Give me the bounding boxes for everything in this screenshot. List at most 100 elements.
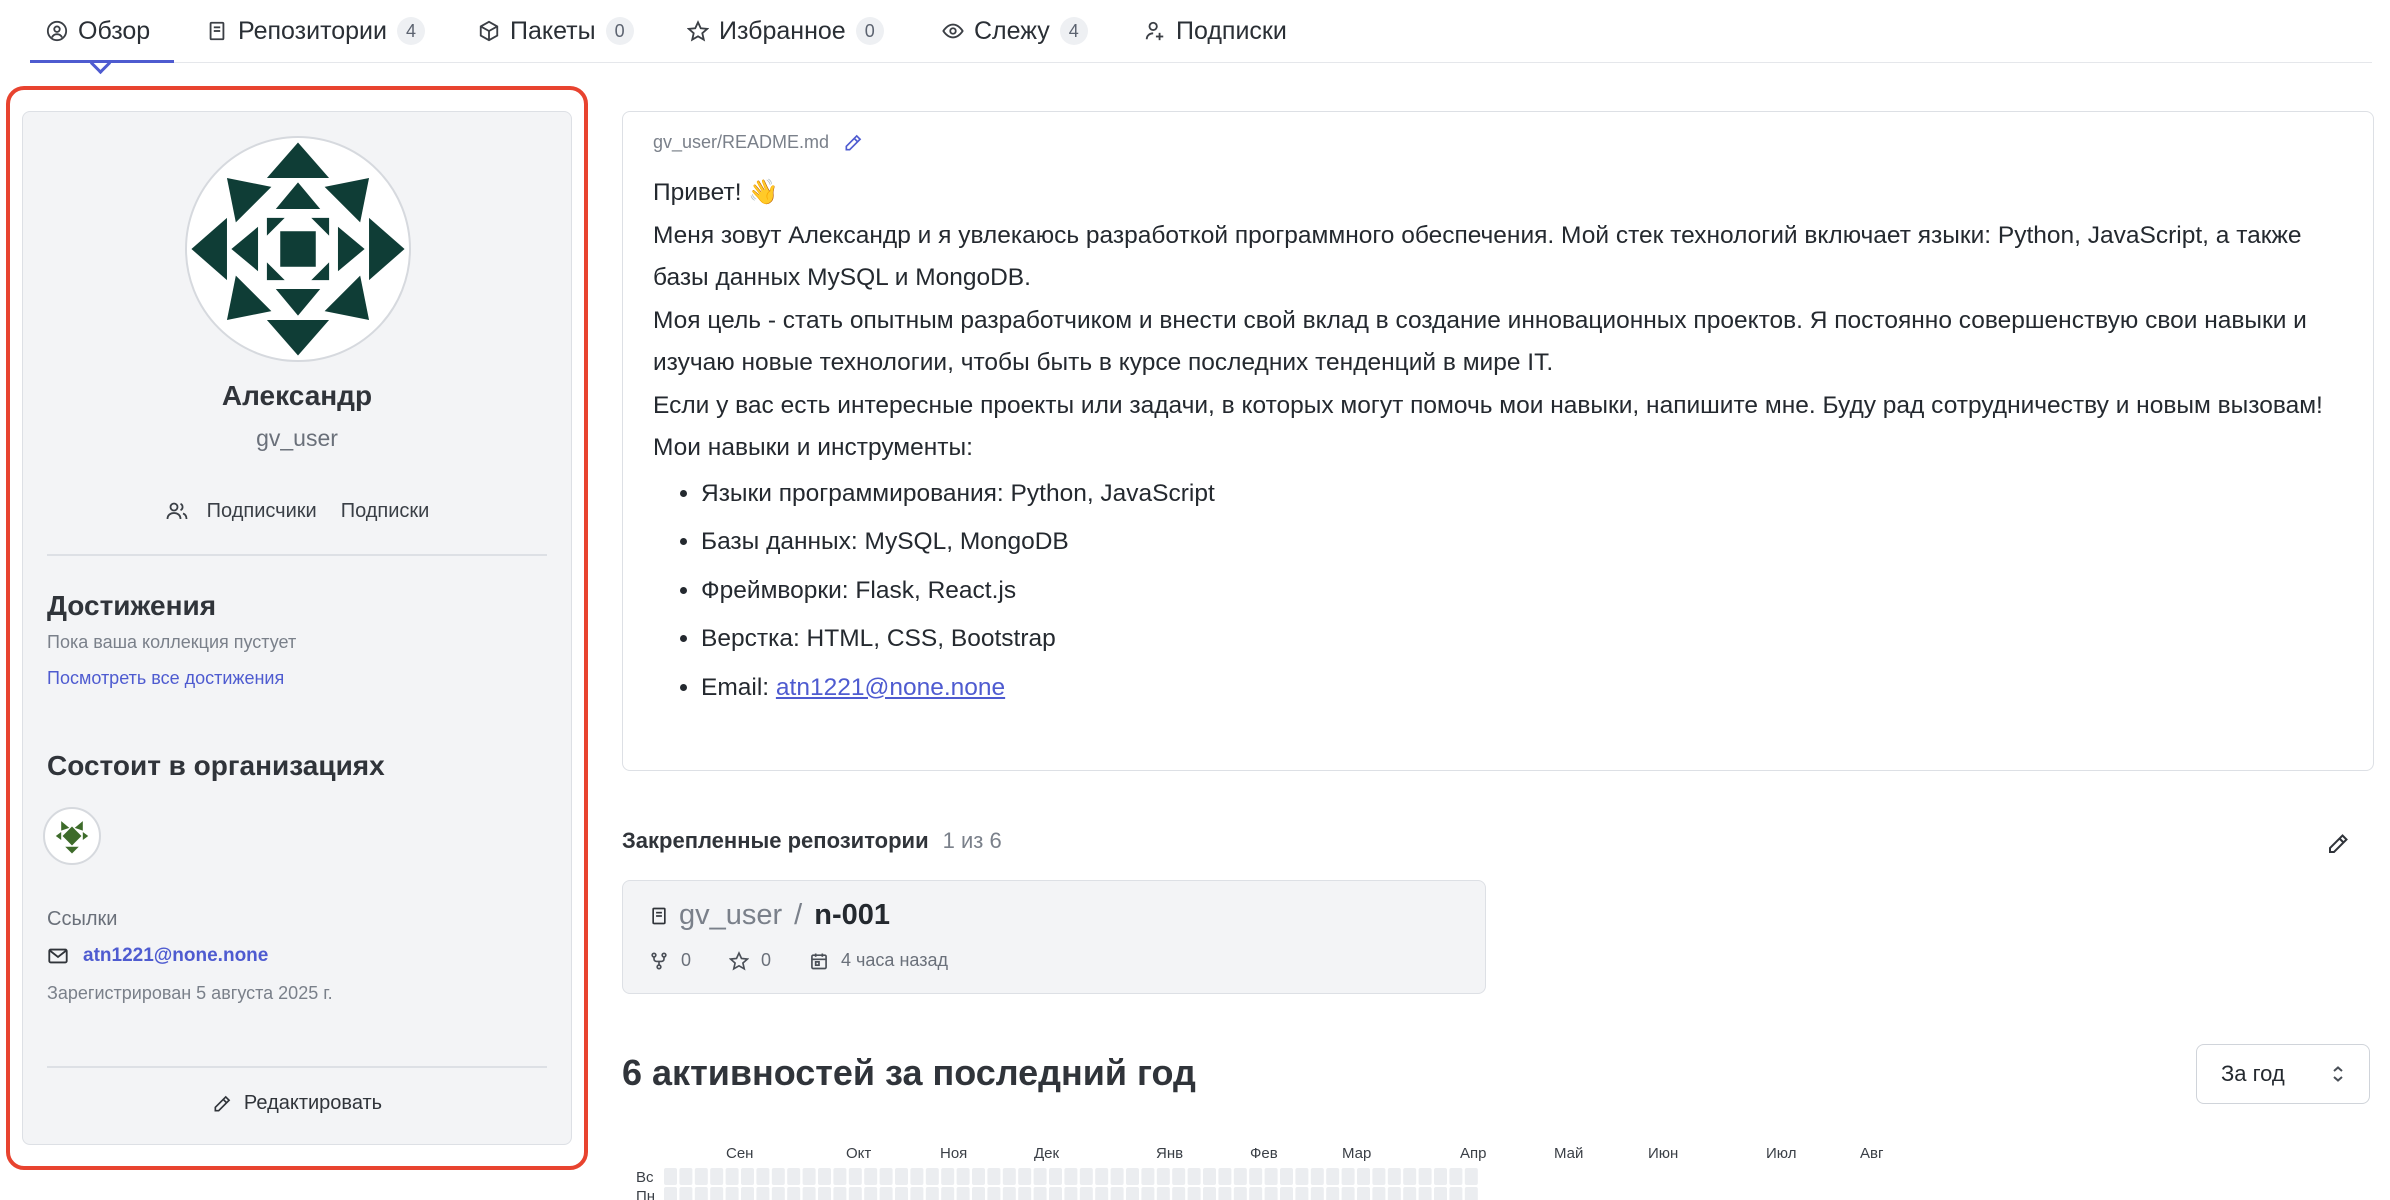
list-item: Email: atn1221@none.none: [701, 664, 2343, 713]
profile-name: Александр: [221, 380, 373, 411]
repo-meta: 0 0 4 часа назад: [649, 950, 948, 971]
heatmap-cell: [879, 1168, 893, 1185]
heatmap-cell: [941, 1187, 955, 1200]
heatmap-cell: [956, 1187, 970, 1200]
heatmap-cell: [818, 1187, 831, 1200]
heatmap-cell: [972, 1187, 985, 1200]
heatmap-cell: [895, 1187, 908, 1200]
heatmap-cell: [895, 1168, 908, 1185]
heatmap-cell: [1357, 1187, 1370, 1200]
heatmap-cell: [710, 1187, 724, 1200]
tab-packages[interactable]: Пакеты 0: [478, 0, 634, 62]
heatmap-cell: [1172, 1187, 1186, 1200]
star-icon: [687, 20, 709, 42]
heatmap-cell: [1126, 1187, 1139, 1200]
heatmap-cell: [1418, 1168, 1432, 1185]
following-link[interactable]: Подписки: [341, 500, 430, 523]
heatmap-cell: [972, 1168, 985, 1185]
orgs-title: Состоит в организациях: [47, 750, 385, 781]
heatmap-cell: [910, 1168, 924, 1185]
achievements-link[interactable]: Посмотреть все достижения: [47, 668, 284, 689]
day-label: Пн: [636, 1188, 655, 1200]
heatmap-cell: [1264, 1187, 1278, 1200]
package-icon: [479, 20, 499, 42]
repo-separator: /: [794, 899, 803, 931]
profile-email-link[interactable]: atn1221@none.none: [47, 945, 268, 967]
tab-repositories[interactable]: Репозитории 4: [206, 0, 425, 62]
readme-email-link[interactable]: atn1221@none.none: [776, 674, 1005, 701]
heatmap-cell: [1357, 1168, 1370, 1185]
star-icon: [729, 950, 750, 970]
tab-favorites[interactable]: Избранное 0: [687, 0, 884, 62]
heatmap-cell: [848, 1168, 862, 1185]
heatmap-cell: [1387, 1187, 1401, 1200]
readme-path: gv_user/README.md: [653, 132, 863, 153]
readme-card: gv_user/README.md Привет! 👋 Меня зовут А…: [622, 111, 2374, 771]
month-label: Июн: [1648, 1145, 1678, 1162]
heatmap-cell: [1049, 1168, 1062, 1185]
heatmap-cell: [725, 1168, 739, 1185]
repo-title: gv_user / n-001: [649, 899, 890, 932]
month-label: Авг: [1860, 1145, 1884, 1162]
period-select[interactable]: За год: [2196, 1044, 2370, 1104]
count-badge: 0: [605, 17, 634, 45]
heatmap-cell: [1403, 1187, 1417, 1200]
tab-subscriptions[interactable]: Подписки: [1144, 0, 1287, 62]
heatmap-cell: [771, 1168, 785, 1185]
heatmap-cell: [694, 1168, 708, 1185]
heatmap-cell: [925, 1187, 939, 1200]
heatmap-cell: [1002, 1187, 1016, 1200]
heatmap-cell: [1064, 1187, 1078, 1200]
month-label: Дек: [1034, 1145, 1060, 1162]
heatmap-cell: [1079, 1168, 1093, 1185]
heatmap-cell: [1018, 1168, 1032, 1185]
tab-watching[interactable]: Слежу 4: [942, 0, 1088, 62]
tab-label: Подписки: [1176, 16, 1287, 45]
readme-path-text[interactable]: gv_user/README.md: [653, 132, 829, 153]
heatmap-cell: [787, 1187, 801, 1200]
registered-date: Зарегистрирован 5 августа 2025 г.: [47, 983, 333, 1003]
fork-icon: [651, 951, 667, 969]
tab-label: Пакеты: [510, 16, 596, 45]
heatmap-cell: [1449, 1168, 1463, 1185]
activity-heatmap: Сен Окт Ноя Дек Янв Фев Мар Апр Май Июн …: [636, 1145, 1884, 1200]
repo-book-icon: [209, 21, 225, 41]
heatmap-cell: [987, 1168, 1001, 1185]
profile-tabs: Обзор Репозитории 4 Пакеты 0 Избранное 0…: [29, 0, 2372, 63]
heatmap-cell: [1280, 1168, 1293, 1185]
user-circle-icon: [46, 20, 68, 42]
heatmap-cell: [1310, 1168, 1324, 1185]
heatmap-cell: [1187, 1168, 1201, 1185]
heatmap-cell: [1018, 1187, 1032, 1200]
heatmap-cell: [802, 1168, 816, 1185]
email-prefix: Email:: [701, 673, 770, 701]
org-avatar[interactable]: [43, 807, 101, 865]
heatmap-cell: [679, 1187, 693, 1200]
tab-label: Обзор: [78, 16, 151, 45]
heatmap-cell: [1387, 1168, 1401, 1185]
heatmap-cell: [725, 1187, 739, 1200]
heatmap-cell: [1464, 1168, 1478, 1185]
heatmap-cell: [1418, 1187, 1432, 1200]
month-label: Ноя: [940, 1145, 967, 1162]
heatmap-cell: [1233, 1187, 1247, 1200]
heatmap-cell: [1110, 1187, 1124, 1200]
users-icon: [166, 502, 188, 520]
heatmap-cell: [864, 1168, 878, 1185]
heatmap-cell: [1372, 1187, 1386, 1200]
pinned-repo-card[interactable]: gv_user / n-001 0 0 4 часа назад: [622, 880, 1486, 994]
heatmap-cell: [771, 1187, 785, 1200]
heatmap-cell: [1095, 1187, 1109, 1200]
pencil-icon[interactable]: [2326, 832, 2350, 856]
followers-link[interactable]: Подписчики: [207, 500, 317, 523]
edit-profile-button[interactable]: Редактировать: [23, 1092, 571, 1115]
org-logo-icon: [55, 821, 89, 854]
heatmap-cell: [848, 1187, 862, 1200]
readme-greeting: Привет! 👋: [653, 179, 779, 206]
tab-overview[interactable]: Обзор: [29, 0, 175, 63]
profile-card: Александр gv_user Подписчики Подписки До…: [22, 111, 572, 1145]
heatmap-cell: [1172, 1168, 1186, 1185]
pencil-icon[interactable]: [843, 133, 863, 153]
list-item: Языки программирования: Python, JavaScri…: [701, 470, 2343, 519]
month-label: Фев: [1250, 1145, 1278, 1162]
